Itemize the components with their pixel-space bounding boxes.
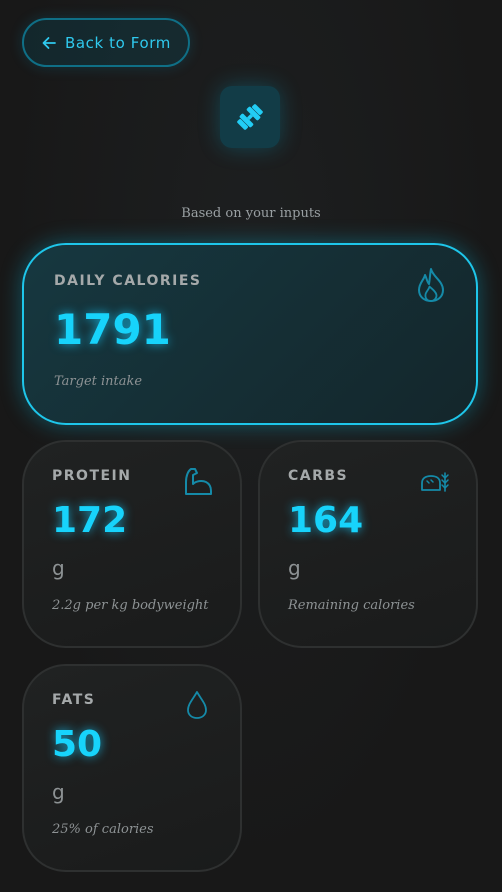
daily-calories-note: Target intake <box>54 374 143 389</box>
fats-note: 25% of calories <box>52 822 154 837</box>
carbs-value: 164 <box>288 500 364 541</box>
arrow-left-icon <box>42 36 56 49</box>
flame-icon <box>418 268 444 302</box>
fats-unit: g <box>52 780 65 804</box>
carbs-label: CARBS <box>288 468 349 484</box>
bread-wheat-icon <box>421 472 449 492</box>
back-to-form-button[interactable]: Back to Form <box>22 18 190 67</box>
results-page: Back to Form Based on your inputs DAILY … <box>0 0 502 892</box>
daily-calories-label: DAILY CALORIES <box>54 273 202 289</box>
daily-calories-value: 1791 <box>54 305 171 354</box>
dumbbell-icon <box>237 104 263 130</box>
fats-value: 50 <box>52 724 103 765</box>
protein-card: PROTEIN 172 g 2.2g per kg bodyweight <box>22 440 242 648</box>
hero-icon-tile <box>220 86 280 148</box>
daily-calories-card: DAILY CALORIES 1791 Target intake <box>22 243 478 425</box>
flexed-arm-icon <box>185 468 212 495</box>
protein-value: 172 <box>52 500 128 541</box>
back-button-label: Back to Form <box>65 33 171 52</box>
fats-card: FATS 50 g 25% of calories <box>22 664 242 872</box>
protein-label: PROTEIN <box>52 468 132 484</box>
droplet-icon <box>187 691 207 719</box>
fats-label: FATS <box>52 692 96 708</box>
carbs-unit: g <box>288 556 301 580</box>
protein-unit: g <box>52 556 65 580</box>
protein-note: 2.2g per kg bodyweight <box>52 598 209 613</box>
carbs-note: Remaining calories <box>288 598 415 613</box>
carbs-card: CARBS 164 g Remaining calories <box>258 440 478 648</box>
results-subtitle: Based on your inputs <box>181 206 321 221</box>
